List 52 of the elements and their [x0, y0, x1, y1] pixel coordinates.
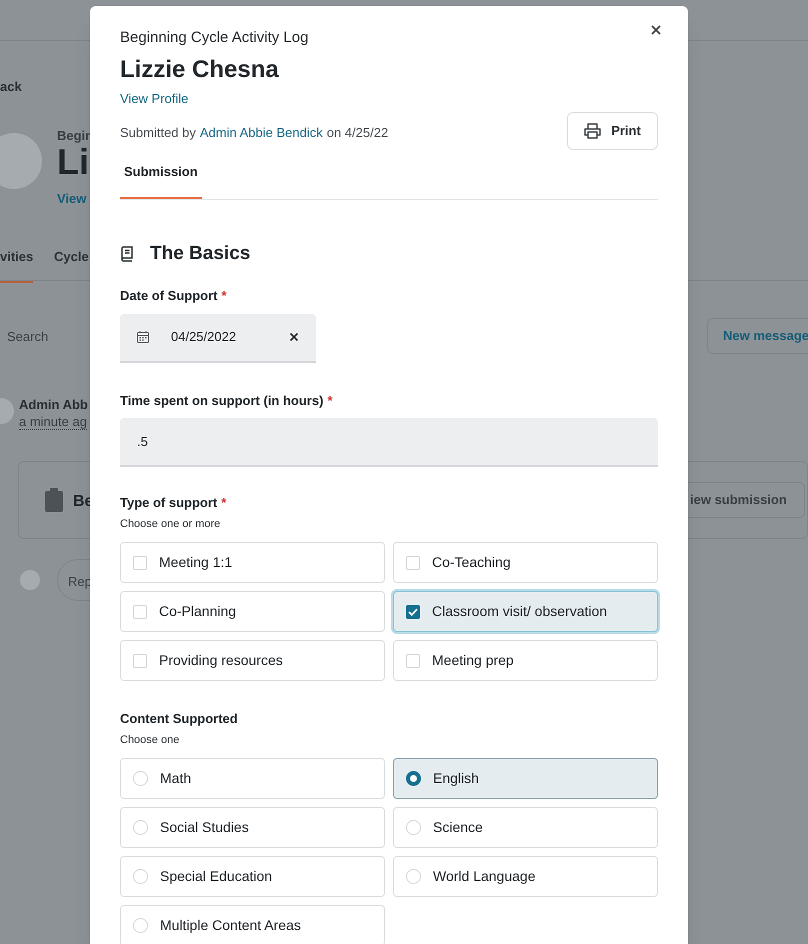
person-name: Lizzie Chesna [120, 55, 280, 85]
radio-option[interactable]: Multiple Content Areas [120, 905, 385, 944]
section-title: The Basics [150, 242, 250, 266]
clear-icon[interactable] [289, 332, 299, 342]
back-link[interactable]: ack [0, 77, 22, 96]
book-icon [120, 246, 134, 262]
checkbox[interactable] [133, 654, 147, 668]
field-label: Content Supported [120, 710, 238, 728]
checkbox-option[interactable]: Providing resources [120, 640, 385, 681]
view-profile-link[interactable]: View Profile [120, 89, 188, 108]
field-label: Time spent on support (in hours) [120, 392, 324, 410]
tab[interactable]: Submission [120, 162, 202, 198]
field-label: Date of Support [120, 287, 218, 305]
field-hint: Choose one or more [120, 516, 222, 532]
radio-option[interactable]: Special Education [120, 856, 385, 897]
radio-option[interactable]: World Language [393, 856, 658, 897]
author-link[interactable]: Admin Abbie Bendick [200, 122, 323, 142]
calendar-icon [137, 331, 149, 343]
print-button[interactable]: Print [567, 112, 658, 150]
checkbox-option[interactable]: Meeting 1:1 [120, 542, 385, 583]
profile-name: Li [57, 142, 89, 182]
avatar [20, 570, 40, 590]
modal-subtitle: Beginning Cycle Activity Log [120, 28, 310, 48]
checkbox[interactable] [406, 556, 420, 570]
date-field[interactable]: 04/25/2022 [120, 314, 316, 362]
tab[interactable]: Cycle [54, 247, 89, 282]
checkbox-option[interactable]: Co-Teaching [393, 542, 658, 583]
text-field[interactable]: .5 [120, 418, 658, 467]
avatar [0, 133, 42, 189]
radio-option[interactable]: Science [393, 807, 658, 848]
radio-option[interactable]: English [393, 758, 658, 799]
checkbox[interactable] [133, 556, 147, 570]
checkbox[interactable] [133, 604, 147, 618]
checkbox-option[interactable]: Co-Planning [120, 591, 385, 632]
required-mark: * [222, 287, 227, 305]
checkbox[interactable] [406, 654, 420, 668]
timestamp: a minute ag [19, 414, 87, 430]
field-label: Type of support [120, 494, 218, 512]
required-mark: * [327, 392, 332, 410]
field-hint: Choose one [120, 732, 180, 748]
radio-option[interactable]: Social Studies [120, 807, 385, 848]
submitted-label: Submitted by [120, 124, 196, 142]
checkbox-option[interactable]: Meeting prep [393, 640, 658, 681]
author-name: Admin Abb [19, 396, 88, 414]
radio-option[interactable]: Math [120, 758, 385, 799]
submitted-date: on 4/25/22 [326, 124, 388, 142]
clipboard-icon [45, 488, 63, 512]
checkbox-option[interactable]: Classroom visit/ observation [393, 591, 658, 632]
printer-icon [584, 123, 602, 139]
checkbox[interactable] [406, 604, 420, 618]
radio-button[interactable] [406, 771, 421, 786]
required-mark: * [221, 494, 226, 512]
